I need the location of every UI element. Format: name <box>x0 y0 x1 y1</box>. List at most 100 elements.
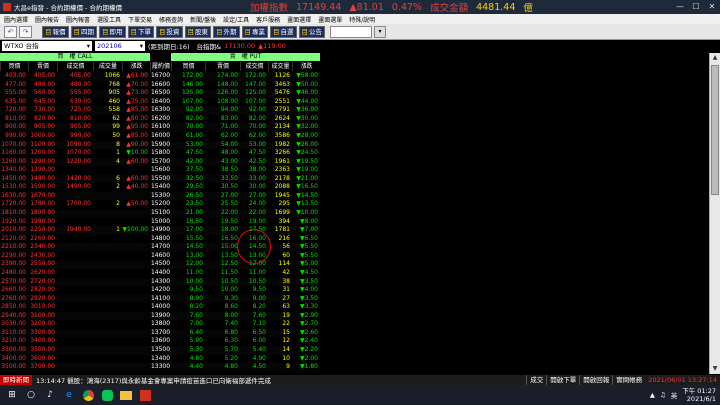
table-row[interactable]: 1920.00 1980.00 15000 18.50 19.50 19.00 394 ▼8.… <box>0 218 320 227</box>
menu-item[interactable]: 畫面選擇 <box>287 15 311 24</box>
table-row[interactable]: 555.00 560.00 555.00 905 ▲73.00 16500 125.00 12… <box>0 89 320 98</box>
table-cell[interactable] <box>122 278 150 287</box>
table-cell[interactable]: ▲85.00 <box>122 106 150 115</box>
table-cell[interactable]: ▼3.30 <box>292 303 320 312</box>
table-cell[interactable]: 905.00 <box>28 123 57 132</box>
table-cell[interactable]: 31 <box>268 286 292 295</box>
table-cell[interactable]: 1090.00 <box>57 141 93 150</box>
table-row[interactable]: 1070.00 1100.00 1090.00 8 ▲90.00 15900 53.00 54… <box>0 140 320 150</box>
toolbar-button[interactable]: 目自選 <box>270 25 297 38</box>
table-cell[interactable]: 1490.00 <box>57 183 93 192</box>
strike-cell[interactable]: 14400 <box>150 269 171 278</box>
table-cell[interactable]: 3300.00 <box>28 329 57 338</box>
table-cell[interactable]: ▼46.00 <box>292 89 320 98</box>
strike-cell[interactable]: 13400 <box>150 355 171 364</box>
table-row[interactable]: 2570.00 2720.00 14300 10.00 10.50 10.50 38 ▼3.5… <box>0 277 320 287</box>
table-cell[interactable] <box>93 192 122 201</box>
table-cell[interactable]: 147.00 <box>240 81 268 90</box>
table-cell[interactable]: 1700.00 <box>57 200 93 209</box>
table-cell[interactable]: 2791 <box>268 106 292 115</box>
table-row[interactable]: 2850.00 3010.00 14000 8.20 8.60 8.20 63 ▼3.30 <box>0 303 320 312</box>
table-cell[interactable]: 3030.00 <box>0 320 28 329</box>
table-cell[interactable]: 107.00 <box>240 98 268 107</box>
table-cell[interactable]: ▼44.00 <box>292 98 320 107</box>
table-cell[interactable]: 27 <box>268 295 292 304</box>
table-cell[interactable]: 29.50 <box>171 183 205 192</box>
table-cell[interactable]: ▲50.00 <box>122 200 150 209</box>
month-select[interactable]: 202106 <box>95 41 145 51</box>
table-cell[interactable]: 13.50 <box>205 252 240 261</box>
line-icon[interactable] <box>99 387 115 403</box>
table-cell[interactable]: 3210.00 <box>0 337 28 346</box>
table-cell[interactable] <box>122 295 150 304</box>
column-header[interactable]: 成交量 <box>93 62 122 71</box>
input-language[interactable]: 英 <box>671 390 678 400</box>
strike-cell[interactable]: 13500 <box>150 346 171 355</box>
table-cell[interactable]: 7.00 <box>171 320 205 329</box>
table-cell[interactable]: 6.00 <box>240 337 268 346</box>
table-cell[interactable]: ▼6.50 <box>292 235 320 244</box>
toolbar-button[interactable]: 目投資 <box>156 25 183 38</box>
table-cell[interactable]: 10.50 <box>240 278 268 287</box>
table-row[interactable]: 2660.00 2820.00 14200 9.50 10.00 9.50 31 ▼4.00 <box>0 286 320 295</box>
scroll-up-icon[interactable]: ▲ <box>710 53 720 63</box>
table-cell[interactable]: 23.50 <box>171 200 205 209</box>
table-cell[interactable]: ▼2.70 <box>292 320 320 329</box>
table-cell[interactable]: 2720.00 <box>28 278 57 287</box>
table-cell[interactable]: 9.00 <box>240 295 268 304</box>
strike-cell[interactable]: 13900 <box>150 312 171 321</box>
menu-item[interactable]: 圖內報書 <box>66 15 90 24</box>
table-cell[interactable]: 1530.00 <box>0 183 28 192</box>
table-cell[interactable]: ▼2.00 <box>292 355 320 364</box>
table-cell[interactable]: 92.00 <box>171 106 205 115</box>
forward-icon[interactable]: ↷ <box>19 25 32 38</box>
strike-cell[interactable]: 14500 <box>150 260 171 269</box>
trading-app-icon[interactable] <box>137 387 153 403</box>
strike-cell[interactable]: 14200 <box>150 286 171 295</box>
table-cell[interactable]: 820.00 <box>28 115 57 124</box>
table-row[interactable]: 810.00 820.00 810.00 62 ▲80.00 16200 82.00 83.0… <box>0 115 320 124</box>
table-cell[interactable]: ▼2.40 <box>292 337 320 346</box>
table-cell[interactable]: 9.50 <box>240 286 268 295</box>
table-cell[interactable] <box>122 269 150 278</box>
table-cell[interactable] <box>93 355 122 364</box>
table-cell[interactable]: 4.90 <box>240 355 268 364</box>
table-cell[interactable]: ▼7.00 <box>292 226 320 235</box>
strike-cell[interactable]: 16500 <box>150 89 171 98</box>
news-action-button[interactable]: 成交 <box>526 375 546 385</box>
table-cell[interactable]: 30.00 <box>240 183 268 192</box>
table-cell[interactable] <box>93 286 122 295</box>
table-cell[interactable] <box>122 243 150 252</box>
table-cell[interactable]: ▼1.80 <box>292 363 320 372</box>
table-cell[interactable]: ▼24.50 <box>292 149 320 158</box>
table-cell[interactable]: 4.80 <box>205 363 240 372</box>
table-cell[interactable]: 15.00 <box>205 243 240 252</box>
table-cell[interactable]: 1420.00 <box>57 175 93 184</box>
table-row[interactable]: 2390.00 2550.00 14500 12.00 12.50 12.00 114 ▼5.… <box>0 260 320 269</box>
table-cell[interactable]: 460 <box>93 98 122 107</box>
menu-item[interactable]: 選股工具 <box>97 15 121 24</box>
table-cell[interactable]: 11.00 <box>171 269 205 278</box>
table-cell[interactable]: 92.00 <box>240 106 268 115</box>
table-cell[interactable]: 2430.00 <box>28 252 57 261</box>
table-cell[interactable]: ▲80.00 <box>122 115 150 124</box>
strike-cell[interactable]: 14600 <box>150 252 171 261</box>
table-cell[interactable]: 9.30 <box>205 295 240 304</box>
toolbar-search-input[interactable] <box>330 25 372 38</box>
table-cell[interactable]: 2010.00 <box>0 226 28 235</box>
table-cell[interactable] <box>57 192 93 201</box>
scroll-down-icon[interactable]: ▼ <box>710 364 720 374</box>
clock[interactable]: 下午 01:27 2021/6/1 <box>682 387 716 403</box>
column-header[interactable]: 履約價 <box>150 62 171 71</box>
table-cell[interactable] <box>122 235 150 244</box>
table-cell[interactable]: ▼28.00 <box>292 132 320 141</box>
table-cell[interactable]: 62.00 <box>205 132 240 141</box>
table-cell[interactable]: 1720.00 <box>0 200 28 209</box>
table-cell[interactable]: 3500.00 <box>0 363 28 372</box>
table-row[interactable]: 2010.00 2250.00 1940.00 1 ▼100.00 14900 17.00 1… <box>0 226 320 235</box>
table-row[interactable]: 3500.00 3700.00 13300 4.40 4.80 4.50 9 ▼1.80 <box>0 363 320 372</box>
table-cell[interactable]: 125.00 <box>171 89 205 98</box>
table-cell[interactable]: 99 <box>93 123 122 132</box>
table-cell[interactable]: 2340.00 <box>28 243 57 252</box>
table-cell[interactable]: 8.60 <box>205 303 240 312</box>
